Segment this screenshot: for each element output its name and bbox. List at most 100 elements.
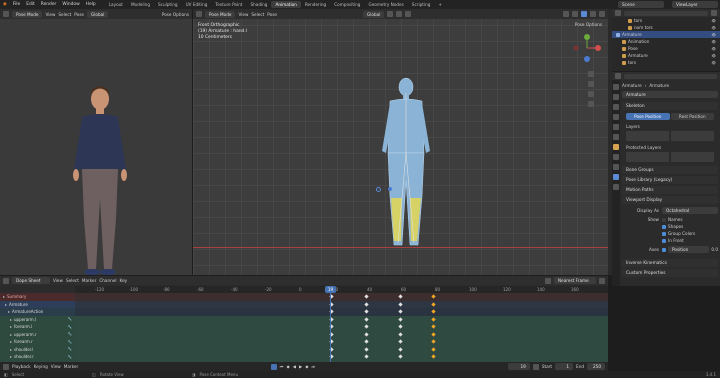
expand-arrow-icon[interactable]: ▸ [10, 354, 12, 359]
light-icon[interactable] [376, 187, 381, 192]
pivot-icon[interactable] [387, 11, 394, 17]
pose-options-menu[interactable]: Pose Options [575, 22, 602, 27]
tab-modeling[interactable]: Modeling [127, 1, 154, 8]
snap-icon[interactable] [545, 277, 551, 284]
tab-geometry-nodes[interactable]: Geometry Nodes [364, 1, 407, 8]
keyframe-marker[interactable] [398, 354, 403, 359]
record-icon[interactable] [270, 363, 277, 370]
menu-render[interactable]: Render [38, 2, 60, 7]
keyframe-marker[interactable] [364, 331, 369, 337]
expand-arrow-icon[interactable]: ▸ [10, 317, 12, 322]
expand-arrow-icon[interactable]: ▸ [5, 302, 7, 307]
keyframe-row[interactable] [75, 315, 608, 323]
keyframe-marker[interactable] [398, 301, 403, 307]
tab-layout[interactable]: Layout [105, 1, 127, 8]
menu-select[interactable]: Select [251, 12, 264, 17]
keyframe-marker[interactable] [398, 339, 403, 344]
object-tab-icon[interactable] [613, 144, 619, 150]
show-option-checkbox[interactable] [662, 231, 666, 236]
modifier-wrench-icon[interactable]: 🔧 [68, 332, 72, 336]
keyframe-row[interactable] [75, 323, 608, 331]
keyframe-marker[interactable] [364, 309, 369, 314]
channel-row[interactable]: ▸ Summary [0, 293, 75, 301]
perspective-toggle-icon[interactable] [588, 101, 594, 107]
filter-icon[interactable] [599, 277, 605, 284]
modifier-wrench-icon[interactable]: 🔧 [68, 347, 72, 351]
menu-help[interactable]: Help [83, 2, 99, 7]
visibility-eye-icon[interactable]: 👁 [712, 40, 716, 44]
keyframe-marker[interactable] [364, 339, 369, 344]
outliner-search[interactable] [624, 10, 708, 16]
keyframe-marker[interactable] [398, 346, 403, 352]
armature-mesh[interactable] [368, 73, 443, 255]
current-frame-field[interactable]: 19 [507, 363, 530, 370]
snap-icon[interactable] [396, 11, 403, 17]
menu-playback[interactable]: Playback [12, 364, 31, 369]
keyframe-area[interactable] [75, 293, 608, 368]
mode-selector[interactable]: Pose Mode [205, 10, 236, 18]
menu-pose[interactable]: Pose [267, 12, 277, 17]
channel-row[interactable]: ▸ forearm.r 🔧 [0, 338, 75, 346]
jump-start-icon[interactable]: ⏮ [280, 364, 284, 369]
play-reverse-icon[interactable]: ◀ [293, 364, 296, 369]
tab-texture-paint[interactable]: Texture Paint [211, 1, 246, 8]
motion-paths-section[interactable]: Motion Paths [622, 186, 718, 194]
menu-window[interactable]: Window [59, 2, 82, 7]
mode-selector[interactable]: Pose Mode [12, 10, 43, 18]
axes-position-field[interactable]: Position [668, 246, 710, 253]
navigation-gizmo[interactable] [572, 33, 602, 63]
pose-position-button[interactable]: Pose Position [626, 113, 670, 120]
keyframe-marker[interactable] [431, 301, 436, 307]
menu-marker[interactable]: Marker [82, 278, 96, 283]
filter-icon[interactable] [711, 10, 717, 16]
blender-logo-icon[interactable]: ◉ [0, 2, 10, 7]
expand-arrow-icon[interactable]: ▸ [10, 347, 12, 352]
bone-tab-icon[interactable] [613, 184, 619, 190]
overlay-icon[interactable] [563, 11, 569, 17]
zoom-icon[interactable] [588, 71, 594, 77]
prev-keyframe-icon[interactable]: ◆ [287, 364, 290, 369]
snapping-dropdown[interactable]: Nearest Frame [554, 277, 596, 284]
expand-arrow-icon[interactable]: ▸ [8, 309, 10, 314]
expand-arrow-icon[interactable]: ▸ [10, 332, 12, 337]
channel-row[interactable]: ▸ shoulder.r 🔧 [0, 353, 75, 361]
transform-orientation[interactable]: Global [87, 10, 109, 18]
keyframe-row[interactable] [75, 338, 608, 346]
channel-row[interactable]: ▸ upperarm.l 🔧 [0, 315, 75, 323]
modifier-wrench-icon[interactable]: 🔧 [68, 317, 72, 321]
transform-orientation[interactable]: Global [363, 10, 385, 18]
keyframe-row[interactable] [75, 300, 608, 308]
dope-sheet-mode[interactable]: Dope Sheet [12, 277, 50, 284]
keyframe-marker[interactable] [431, 324, 436, 329]
outliner-row[interactable]: Animation 👁 [612, 38, 720, 45]
keyframe-marker[interactable] [364, 316, 369, 322]
custom-properties-section[interactable]: Custom Properties [622, 269, 718, 277]
editor-type-icon[interactable] [3, 277, 9, 284]
timeline-ruler[interactable]: -120-100-80-60-40-2002040608010012014016… [75, 286, 608, 293]
channel-row[interactable]: ▸ forearm.l 🔧 [0, 323, 75, 331]
visibility-eye-icon[interactable]: 👁 [712, 47, 716, 51]
armature-data-tab-icon[interactable] [613, 174, 619, 180]
keyframe-marker[interactable] [431, 316, 436, 322]
editor-type-icon[interactable] [3, 11, 9, 17]
outliner-row[interactable]: Armature 👁 [612, 31, 720, 38]
keyframe-marker[interactable] [398, 316, 403, 322]
view-layer-tab-icon[interactable] [613, 114, 619, 120]
tab-animation[interactable]: Animation [271, 1, 301, 8]
properties-search[interactable] [624, 73, 717, 79]
menu-keying[interactable]: Keying [34, 364, 48, 369]
tab-sculpting[interactable]: Sculpting [154, 1, 182, 8]
pan-hand-icon[interactable] [588, 81, 594, 87]
output-tab-icon[interactable] [613, 104, 619, 110]
keyframe-marker[interactable] [398, 309, 403, 314]
show-option-checkbox[interactable] [662, 238, 666, 243]
proportional-edit-icon[interactable] [405, 11, 412, 17]
visibility-eye-icon[interactable]: 👁 [712, 19, 716, 23]
menu-edit[interactable]: Edit [23, 2, 38, 7]
menu-view[interactable]: View [53, 278, 63, 283]
keyframe-marker[interactable] [364, 301, 369, 307]
expand-arrow-icon[interactable]: ▸ [10, 324, 12, 329]
menu-view[interactable]: View [238, 12, 248, 17]
keyframe-marker[interactable] [431, 346, 436, 352]
render-tab-icon[interactable] [613, 94, 619, 100]
